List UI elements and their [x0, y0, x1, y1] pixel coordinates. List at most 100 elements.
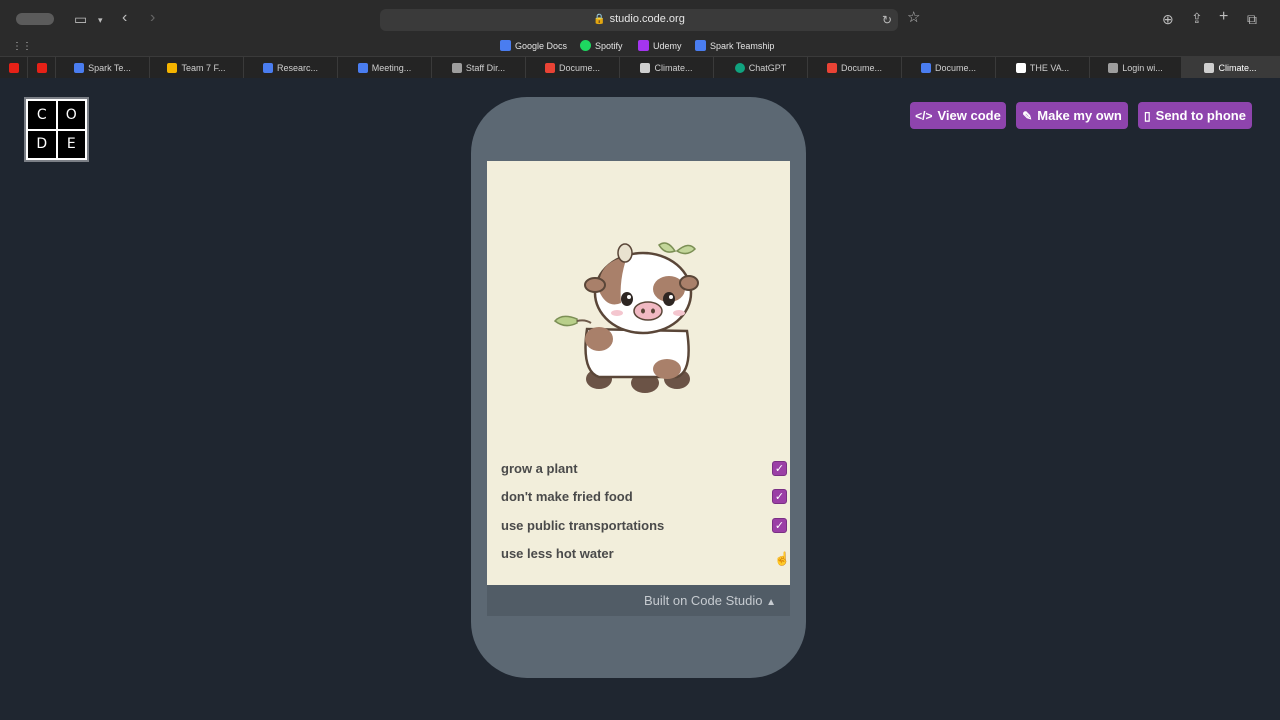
- tab-label: Spark Te...: [88, 63, 131, 73]
- reload-icon[interactable]: ↻: [882, 13, 892, 27]
- bookmark-spotify[interactable]: Spotify: [580, 40, 623, 51]
- task-checkbox-use-public-transportations[interactable]: ✓: [772, 518, 787, 533]
- tab[interactable]: Docume...: [808, 57, 902, 79]
- logo-letter: D: [28, 130, 56, 158]
- checkmark-icon: ✓: [774, 491, 785, 503]
- code-studio-footer[interactable]: Built on Code Studio ▲: [487, 585, 790, 616]
- tab-label: THE VA...: [1029, 63, 1070, 73]
- tab[interactable]: ChatGPT: [714, 57, 808, 79]
- tab-overview-icon[interactable]: ⧉: [1247, 12, 1257, 26]
- drive-icon: [167, 63, 178, 73]
- docs-icon: [920, 63, 931, 73]
- tab-label: Meeting...: [371, 63, 412, 73]
- view-code-button[interactable]: </> View code: [910, 102, 1006, 129]
- tab-label: Team 7 F...: [181, 63, 226, 73]
- page-icon: [1108, 63, 1119, 73]
- button-label: Send to phone: [1155, 108, 1246, 123]
- docs-icon: [357, 63, 368, 73]
- bookmarks-bar: ⋮⋮ Google Docs Spotify Udemy Spark Teams…: [0, 38, 1280, 56]
- new-tab-icon[interactable]: +: [1219, 9, 1228, 25]
- bookmark-label: Spotify: [595, 40, 623, 51]
- logo-letter: O: [57, 101, 85, 129]
- bookmark-google-docs[interactable]: Google Docs: [500, 40, 567, 51]
- tab[interactable]: Docume...: [526, 57, 620, 79]
- tab-label: Docume...: [558, 63, 600, 73]
- tab[interactable]: THE VA...: [996, 57, 1090, 79]
- task-checkbox-dont-make-fried-food[interactable]: ✓: [772, 489, 787, 504]
- gmail-icon: [544, 63, 555, 73]
- phone-icon: ▯: [1144, 108, 1151, 123]
- bookmark-label: Spark Teamship: [710, 40, 775, 51]
- make-my-own-button[interactable]: ✎ Make my own: [1016, 102, 1128, 129]
- code-studio-icon: [1204, 63, 1215, 73]
- tab[interactable]: Researc...: [244, 57, 338, 79]
- docs-icon: [500, 40, 511, 51]
- phone-frame: grow a plant ✓ don't make fried food ✓ u…: [471, 97, 806, 678]
- task-label: don't make fried food: [501, 489, 633, 504]
- tab-label: Climate...: [654, 63, 693, 73]
- code-icon: </>: [915, 108, 933, 123]
- forward-icon[interactable]: ›: [150, 10, 155, 26]
- send-to-phone-button[interactable]: ▯ Send to phone: [1138, 102, 1252, 129]
- footer-label: Built on Code Studio: [643, 593, 763, 608]
- chevron-down-icon[interactable]: ▾: [98, 13, 103, 27]
- share-icon[interactable]: ⇪: [1191, 11, 1203, 25]
- bookmark-label: Google Docs: [515, 40, 568, 51]
- code-studio-icon: [640, 63, 651, 73]
- button-label: View code: [937, 108, 1001, 123]
- youtube-icon: [8, 63, 19, 73]
- apps-grid-icon[interactable]: ⋮⋮: [12, 40, 32, 54]
- caret-up-icon: ▲: [766, 597, 776, 608]
- bookmark-star-icon[interactable]: ☆: [907, 10, 920, 25]
- download-icon[interactable]: ⊕: [1162, 12, 1174, 26]
- tab[interactable]: Meeting...: [338, 57, 432, 79]
- udemy-icon: [638, 40, 649, 51]
- task-checkbox-grow-a-plant[interactable]: ✓: [772, 461, 787, 476]
- task-label: grow a plant: [501, 461, 578, 476]
- code-org-logo[interactable]: C O D E: [24, 97, 89, 162]
- docs-icon: [695, 40, 706, 51]
- tab-pinned-youtube-1[interactable]: [0, 57, 28, 79]
- tab[interactable]: Login wi...: [1090, 57, 1182, 79]
- tab-active[interactable]: Climate...: [1182, 57, 1280, 79]
- tab-strip: Spark Te... Team 7 F... Researc... Meeti…: [0, 56, 1280, 79]
- app-screen: grow a plant ✓ don't make fried food ✓ u…: [487, 161, 790, 585]
- youtube-icon: [36, 63, 47, 73]
- sidebar-toggle-icon[interactable]: ▭: [74, 12, 87, 26]
- logo-letter: C: [28, 101, 56, 129]
- tab[interactable]: Staff Dir...: [432, 57, 526, 79]
- back-icon[interactable]: ‹: [122, 10, 127, 26]
- tab-label: Login wi...: [1122, 63, 1163, 73]
- task-label: use public transportations: [501, 518, 665, 533]
- gmail-icon: [826, 63, 837, 73]
- tab-label: Researc...: [276, 63, 318, 73]
- logo-letter: E: [57, 130, 85, 158]
- tab-label: Staff Dir...: [465, 63, 506, 73]
- button-label: Make my own: [1037, 108, 1122, 123]
- tab[interactable]: Spark Te...: [56, 57, 150, 79]
- browser-toolbar: ▭ ▾ ‹ › 🔒 studio.code.org ↻ ☆ ⊕ ⇪ + ⧉: [0, 0, 1280, 38]
- url-text: studio.code.org: [609, 13, 685, 25]
- checkmark-icon: ✓: [774, 463, 785, 475]
- page-icon: [451, 63, 462, 73]
- cow-image: [553, 242, 699, 393]
- tab[interactable]: Docume...: [902, 57, 996, 79]
- bookmark-spark-teamship[interactable]: Spark Teamship: [695, 40, 774, 51]
- w-icon: [1015, 63, 1026, 73]
- bookmark-udemy[interactable]: Udemy: [638, 40, 682, 51]
- task-label: use less hot water: [501, 546, 614, 561]
- docs-icon: [262, 63, 273, 73]
- docs-icon: [74, 63, 85, 73]
- tab-label: Docume...: [840, 63, 882, 73]
- tab-label: Climate...: [1218, 63, 1257, 73]
- profile-pill[interactable]: [16, 13, 54, 25]
- lock-icon: 🔒: [593, 14, 606, 25]
- tab-label: Docume...: [934, 63, 976, 73]
- tab[interactable]: Climate...: [620, 57, 714, 79]
- tab[interactable]: Team 7 F...: [150, 57, 244, 79]
- address-bar[interactable]: 🔒 studio.code.org ↻: [380, 9, 898, 31]
- tab-pinned-youtube-2[interactable]: [28, 57, 56, 79]
- checkmark-icon: ✓: [774, 520, 785, 532]
- code-studio-page: C O D E </> View code ✎ Make my own ▯ Se…: [0, 78, 1280, 720]
- hand-cursor-icon: ☝: [774, 551, 790, 566]
